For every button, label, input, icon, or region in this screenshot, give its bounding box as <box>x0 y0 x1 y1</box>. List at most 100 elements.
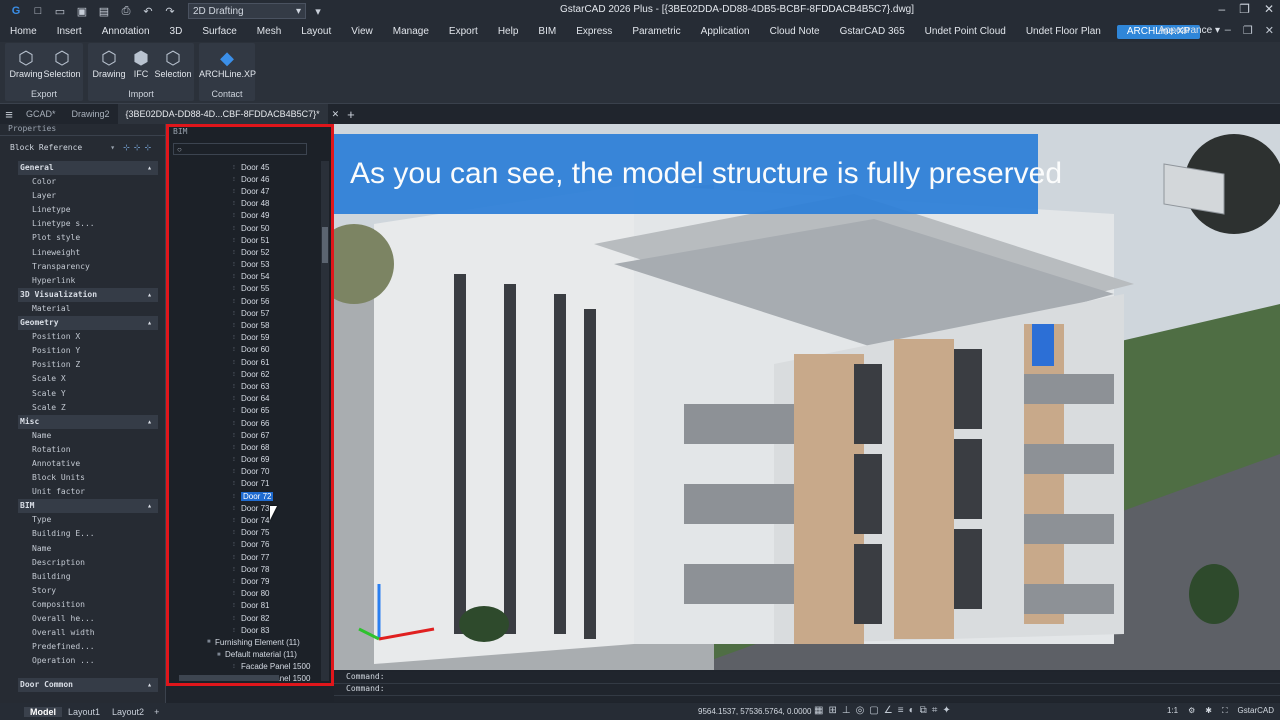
close-tab-icon[interactable]: ✕ <box>328 109 344 120</box>
tree-item[interactable]: ⁝ Door 50 <box>169 222 319 234</box>
tree-item[interactable]: ⁝ Door 83 <box>169 624 319 636</box>
import-selection-button[interactable]: ⬡ Selection <box>154 47 192 79</box>
property-row[interactable]: Position Z <box>18 358 158 372</box>
property-row[interactable]: Predefined... <box>18 640 158 654</box>
tab-parametric[interactable]: Parametric <box>622 22 690 42</box>
tree-item[interactable]: ⁝ Door 81 <box>169 600 319 612</box>
property-row[interactable]: Annotative <box>18 457 158 471</box>
doc-tab-active[interactable]: {3BE02DDA-DD88-4D...CBF-8FDDACB4B5C7}* <box>117 104 328 124</box>
tab-view[interactable]: View <box>341 22 383 42</box>
tree-item[interactable]: ⁝ Door 64 <box>169 393 319 405</box>
annotation-icon[interactable]: ✦ <box>942 705 950 716</box>
tree-item[interactable]: ⁝ Door 52 <box>169 246 319 258</box>
property-row[interactable]: Story <box>18 584 158 598</box>
property-group-header[interactable]: General ▴ <box>18 161 158 176</box>
tree-item[interactable]: ⁝ Door 66 <box>169 417 319 429</box>
tree-item[interactable]: ⁝ Door 65 <box>169 405 319 417</box>
app-logo-icon[interactable]: G <box>6 2 26 20</box>
tab-undet-floor-plan[interactable]: Undet Floor Plan <box>1016 22 1111 42</box>
tab-undet-point-cloud[interactable]: Undet Point Cloud <box>915 22 1016 42</box>
model-tab[interactable]: Model <box>24 706 62 717</box>
property-group-header[interactable]: Geometry ▴ <box>18 316 158 331</box>
command-input[interactable]: Command: <box>334 684 1280 696</box>
tab-manage[interactable]: Manage <box>383 22 439 42</box>
bim-search-input[interactable]: ○ <box>173 143 307 155</box>
doc-minimize-icon[interactable]: – <box>1225 24 1231 37</box>
tree-item[interactable]: ⁝ Door 71 <box>169 478 319 490</box>
tab-gstarcad-365[interactable]: GstarCAD 365 <box>830 22 915 42</box>
tree-item[interactable]: ⁝ Door 67 <box>169 429 319 441</box>
tab-insert[interactable]: Insert <box>47 22 92 42</box>
tree-hscrollbar[interactable] <box>179 675 279 681</box>
tree-item[interactable]: ⁝ Door 51 <box>169 234 319 246</box>
tree-scrollbar[interactable] <box>321 161 329 681</box>
property-row[interactable]: Building <box>18 570 158 584</box>
new-tab-icon[interactable]: + <box>343 107 359 122</box>
tree-item[interactable]: ⁝ Door 70 <box>169 466 319 478</box>
print-icon[interactable]: ⎙ <box>116 2 136 20</box>
tree-item[interactable]: ⁝ Door 59 <box>169 332 319 344</box>
dynamic-input-icon[interactable]: ⌗ <box>932 705 938 716</box>
tree-item[interactable]: ⁝ Door 78 <box>169 563 319 575</box>
property-row[interactable]: Position X <box>18 330 158 344</box>
property-row[interactable]: Hyperlink <box>18 274 158 288</box>
tree-item[interactable]: ⁝ Door 49 <box>169 210 319 222</box>
select-objects-icon[interactable]: ⊹ <box>134 143 141 152</box>
tab-help[interactable]: Help <box>488 22 529 42</box>
property-row[interactable]: Building E... <box>18 527 158 541</box>
tab-cloud-note[interactable]: Cloud Note <box>760 22 830 42</box>
undo-icon[interactable]: ↶ <box>138 2 158 20</box>
tree-item[interactable]: ⁝ Door 61 <box>169 356 319 368</box>
tab-layout[interactable]: Layout <box>291 22 341 42</box>
workspace-select[interactable]: 2D Drafting ▾ <box>188 3 306 19</box>
property-row[interactable]: Position Y <box>18 344 158 358</box>
close-icon[interactable]: ✕ <box>1264 2 1274 16</box>
pickadd-icon[interactable]: ⊹ <box>144 143 151 152</box>
tree-item[interactable]: ⁝ Door 68 <box>169 441 319 453</box>
property-group-header[interactable]: Misc ▴ <box>18 414 158 429</box>
lightbulb-icon[interactable]: ✱ <box>1205 706 1212 716</box>
save-as-icon[interactable]: ▤ <box>94 2 114 20</box>
tree-item[interactable]: ⁝ Door 80 <box>169 588 319 600</box>
tree-item[interactable]: ⁝ Door 76 <box>169 539 319 551</box>
tree-item[interactable]: ⁝ Door 69 <box>169 454 319 466</box>
polar-icon[interactable]: ◎ <box>856 705 865 716</box>
otrack-icon[interactable]: ∠ <box>884 705 893 716</box>
doc-restore-icon[interactable]: ❐ <box>1243 24 1253 37</box>
tree-item[interactable]: ⁝ Door 63 <box>169 380 319 392</box>
object-type-select[interactable]: Block Reference ▾ ⊹ ⊹ ⊹ <box>0 136 165 158</box>
property-row[interactable]: Scale X <box>18 372 158 386</box>
tree-item[interactable]: ⁝ Door 47 <box>169 185 319 197</box>
property-row[interactable]: Rotation <box>18 443 158 457</box>
tab-application[interactable]: Application <box>691 22 760 42</box>
tree-item[interactable]: ⁝ Door 56 <box>169 295 319 307</box>
tab-surface[interactable]: Surface <box>192 22 246 42</box>
tab-export[interactable]: Export <box>439 22 488 42</box>
property-row[interactable]: Description <box>18 556 158 570</box>
property-row[interactable]: Block Units <box>18 471 158 485</box>
model-viewport[interactable]: As you can see, the model structure is f… <box>334 124 1280 670</box>
tab-express[interactable]: Express <box>566 22 622 42</box>
tree-item[interactable]: ⁝ Door 75 <box>169 527 319 539</box>
selection-cycling-icon[interactable]: ⧉ <box>920 705 927 716</box>
property-row[interactable]: Operation ... <box>18 654 158 668</box>
property-row[interactable]: Overall width <box>18 626 158 640</box>
settings-icon[interactable]: ⚙ <box>1188 706 1195 716</box>
ortho-icon[interactable]: ⊥ <box>842 705 851 716</box>
property-row[interactable]: Scale Z <box>18 401 158 415</box>
menu-icon[interactable]: ≡ <box>0 107 18 122</box>
tree-item[interactable]: ⁝ Door 60 <box>169 344 319 356</box>
tree-item[interactable]: ⁝ Door 74 <box>169 514 319 526</box>
tab-annotation[interactable]: Annotation <box>92 22 160 42</box>
scroll-thumb[interactable] <box>322 227 328 263</box>
tree-item[interactable]: ⁝ Door 57 <box>169 307 319 319</box>
annotation-scale[interactable]: 1:1 <box>1167 706 1178 716</box>
archline-contact-button[interactable]: ◆ ARCHLine.XP <box>199 47 256 79</box>
tree-item[interactable]: ■ Furnishing Element (11) <box>169 636 319 648</box>
tree-item[interactable]: ⁝ Door 46 <box>169 173 319 185</box>
tree-item[interactable]: ⁝ Door 53 <box>169 259 319 271</box>
tree-item[interactable]: ⁝ Door 58 <box>169 319 319 331</box>
property-row[interactable]: Linetype s... <box>18 217 158 231</box>
property-row[interactable]: Unit factor <box>18 485 158 499</box>
osnap-icon[interactable]: ▢ <box>869 705 878 716</box>
